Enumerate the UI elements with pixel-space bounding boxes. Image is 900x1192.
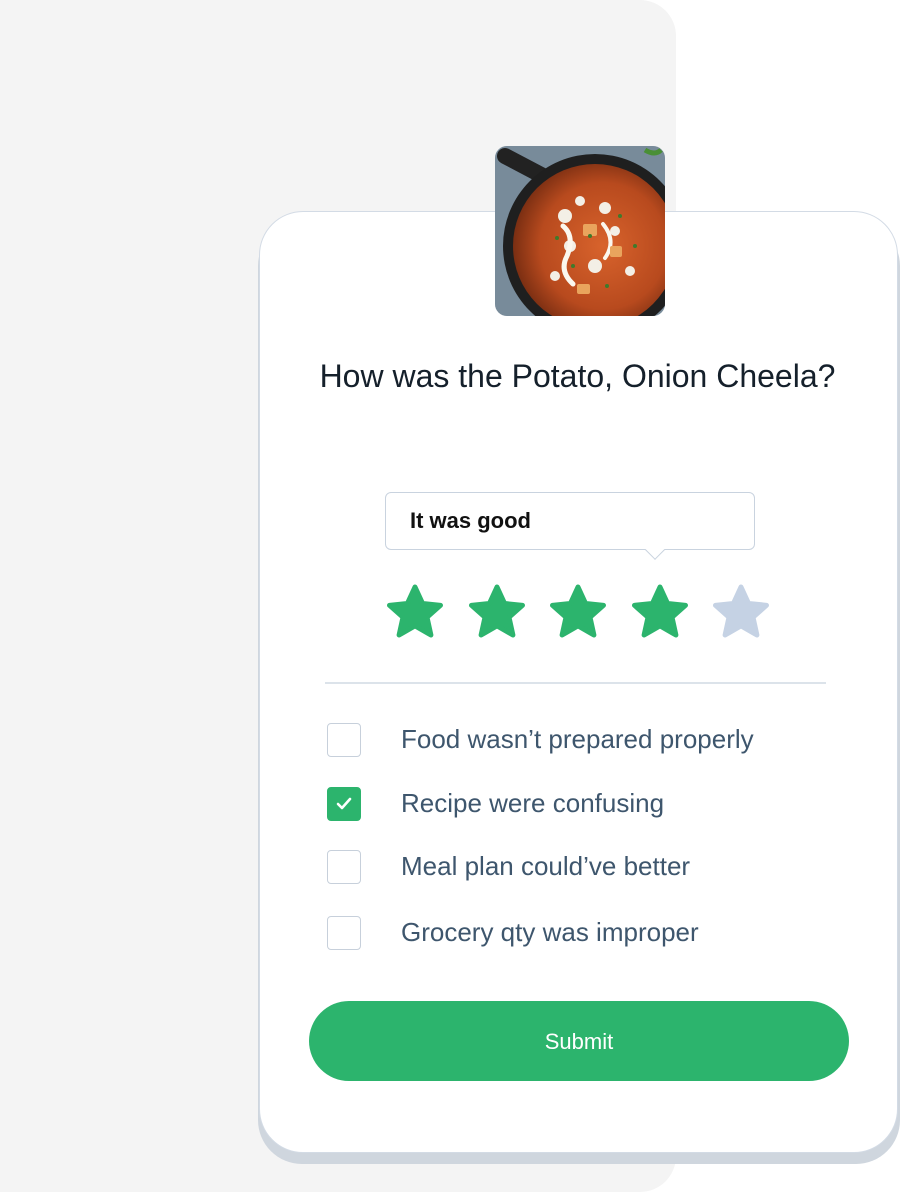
star-icon-2[interactable] [467, 583, 527, 643]
option-label: Meal plan could’ve better [401, 851, 691, 881]
star-icon-1[interactable] [385, 583, 445, 643]
option-recipe-confusing[interactable]: Recipe were confusing [327, 787, 847, 823]
option-meal-plan[interactable]: Meal plan could’ve better [327, 850, 847, 886]
option-grocery-qty[interactable]: Grocery qty was improper [327, 916, 847, 952]
option-food-not-prepared[interactable]: Food wasn’t prepared properly [327, 723, 847, 759]
food-photo [495, 146, 665, 316]
rating-label-tooltip: It was good [385, 492, 755, 550]
divider [325, 682, 826, 684]
checkbox[interactable] [327, 723, 361, 757]
star-icon-4[interactable] [630, 583, 690, 643]
star-icon-5[interactable] [711, 583, 771, 643]
checkbox[interactable] [327, 787, 361, 821]
check-icon [336, 797, 352, 810]
star-icon-3[interactable] [548, 583, 608, 643]
checkbox[interactable] [327, 850, 361, 884]
option-label: Grocery qty was improper [401, 917, 699, 947]
checkbox[interactable] [327, 916, 361, 950]
option-label: Food wasn’t prepared properly [401, 724, 754, 754]
question-title: How was the Potato, Onion Cheela? [319, 358, 836, 394]
option-label: Recipe were confusing [401, 788, 665, 818]
submit-button[interactable]: Submit [309, 1001, 849, 1081]
